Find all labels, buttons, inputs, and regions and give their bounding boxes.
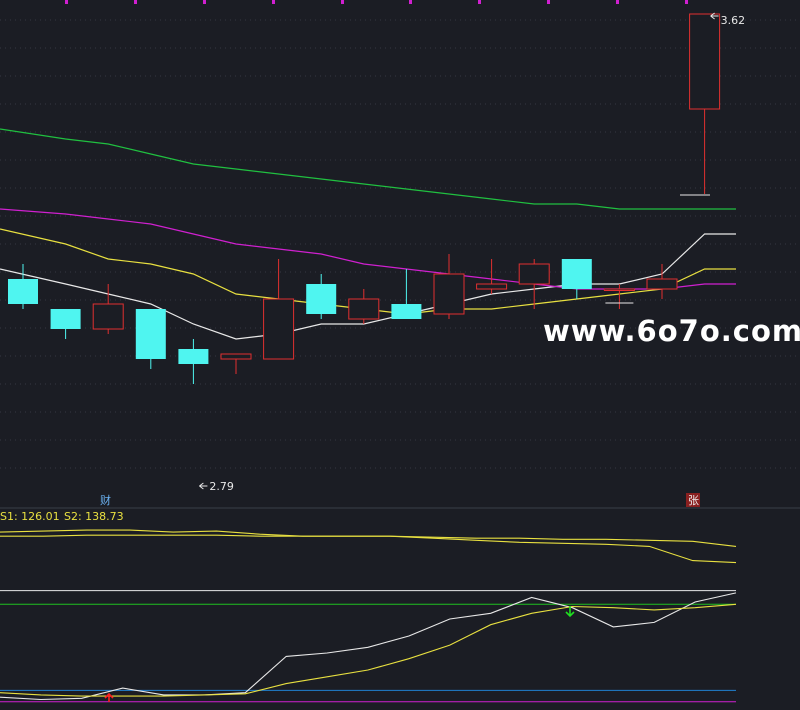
candle-body-6 <box>263 298 295 360</box>
candle-body-8 <box>348 298 380 320</box>
top-tick-8 <box>616 0 619 4</box>
candle-12 <box>518 259 550 309</box>
candle-body-16 <box>689 13 721 110</box>
indicator1-s1-label: S1: 126.01 <box>0 510 60 523</box>
top-tick-2 <box>203 0 206 4</box>
top-tick-6 <box>478 0 481 4</box>
candle-body-13 <box>561 259 592 289</box>
top-tick-4 <box>341 0 344 4</box>
candle-body-12 <box>518 263 550 285</box>
candle-10 <box>433 254 465 319</box>
candle-13 <box>561 259 592 299</box>
candle-body-10 <box>433 273 465 315</box>
top-tick-3 <box>272 0 275 4</box>
candle-6 <box>263 259 295 360</box>
candle-14 <box>603 284 635 309</box>
stock-chart: 3.62 2.79 财 张 S1: 126.01 S2: 138.73 www.6o7o.… <box>0 0 800 706</box>
chart-canvas[interactable]: 3.62 2.79 财 张 S1: 126.01 S2: 138.73 <box>0 0 800 706</box>
event-marker-zhang: 张 <box>688 494 699 507</box>
candle-1 <box>50 309 81 339</box>
candle-5 <box>220 353 252 374</box>
top-tick-5 <box>409 0 412 4</box>
candle-body-4 <box>178 349 209 364</box>
ma-line-2 <box>0 208 736 290</box>
candle-9 <box>391 269 422 319</box>
top-tick-1 <box>134 0 137 4</box>
candle-body-9 <box>391 304 422 319</box>
ma-line-3 <box>0 128 736 210</box>
indicator2-yellow-line <box>0 603 737 697</box>
candle-body-0 <box>8 279 38 304</box>
candle-7 <box>306 274 337 319</box>
candle-body-15 <box>646 278 678 290</box>
watermark: www.6o7o.com <box>543 314 800 348</box>
candle-body-7 <box>306 284 337 314</box>
low-price-label: 2.79 <box>209 480 234 493</box>
candle-15 <box>646 264 678 299</box>
buy-signal-arrow <box>104 692 114 702</box>
top-tick-0 <box>65 0 68 4</box>
top-tick-7 <box>547 0 550 4</box>
candle-16 <box>689 13 721 194</box>
candle-body-5 <box>220 353 252 360</box>
candle-3 <box>135 309 166 369</box>
candle-body-2 <box>92 303 124 330</box>
candle-11 <box>476 259 508 294</box>
low-label-arrow <box>199 482 208 490</box>
candle-body-11 <box>476 283 508 290</box>
candle-8 <box>348 289 380 324</box>
candle-body-1 <box>50 309 81 329</box>
candle-0 <box>8 264 38 309</box>
candle-4 <box>178 339 209 384</box>
indicator1-s2-label: S2: 138.73 <box>64 510 124 523</box>
top-tick-9 <box>685 0 688 4</box>
candle-body-3 <box>135 309 166 359</box>
candle-body-14 <box>603 288 635 291</box>
high-price-label: 3.62 <box>721 14 746 27</box>
event-marker-cai: 财 <box>100 493 111 507</box>
